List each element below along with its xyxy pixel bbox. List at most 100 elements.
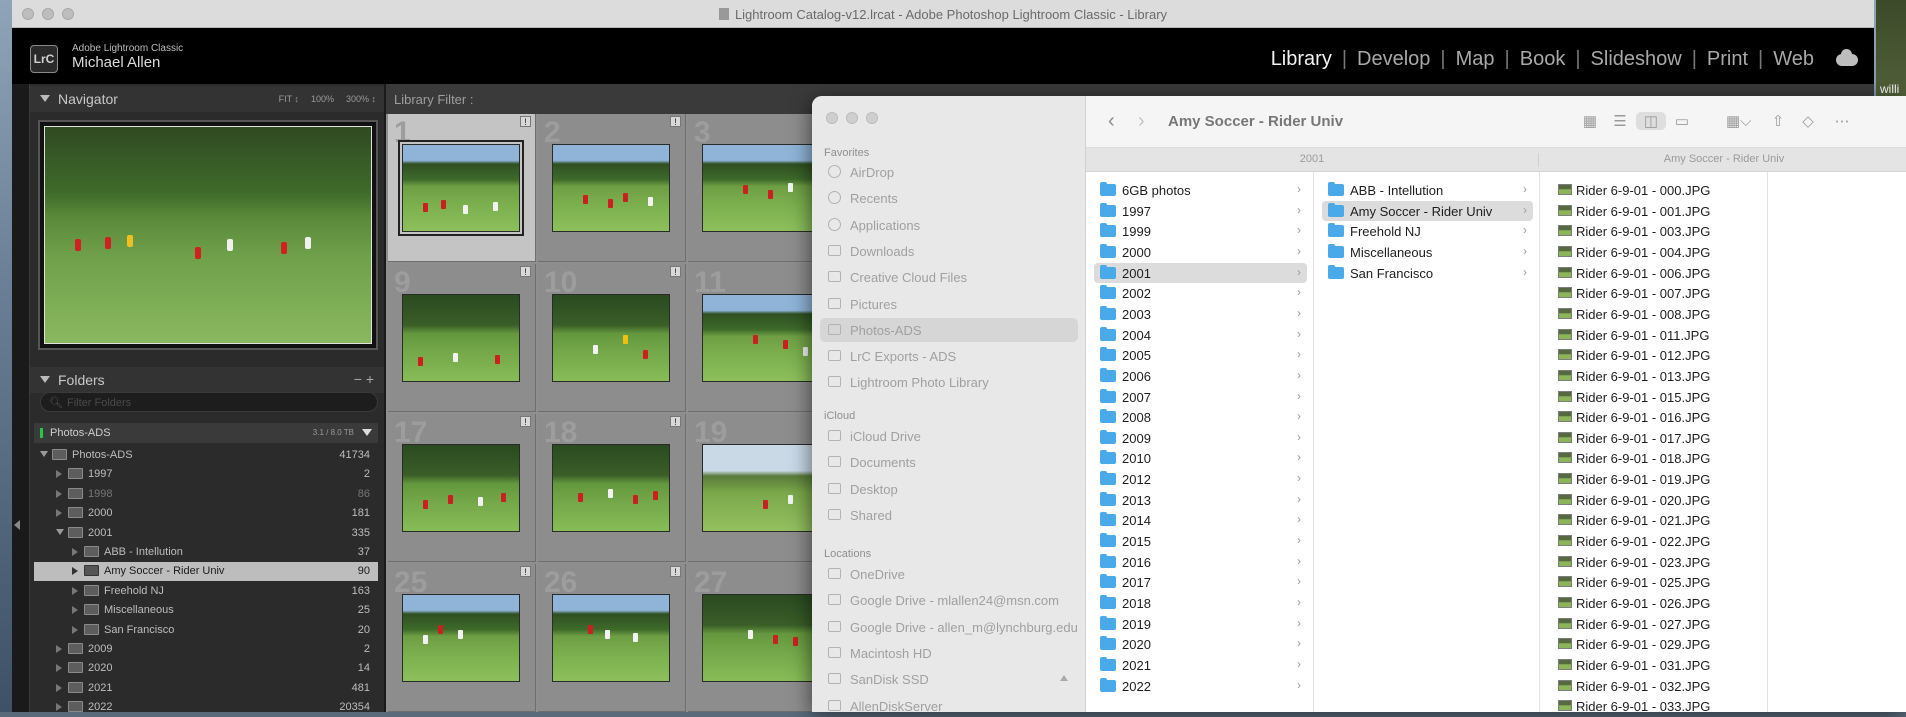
sidebar-item[interactable]: Creative Cloud Files bbox=[820, 265, 1078, 289]
file-item[interactable]: Rider 6-9-01 - 016.JPG bbox=[1548, 407, 1761, 427]
tag-icon[interactable]: ◇ bbox=[1798, 112, 1818, 130]
folder-add-remove[interactable]: − + bbox=[354, 371, 374, 387]
module-print[interactable]: Print bbox=[1697, 48, 1758, 71]
sidebar-item[interactable]: Recents bbox=[820, 186, 1078, 210]
folder-row[interactable]: ABB - Intellution37 bbox=[34, 543, 378, 562]
folder-row[interactable]: 202220354 bbox=[34, 698, 378, 717]
volume-header[interactable]: Photos-ADS 3.1 / 8.0 TB bbox=[34, 423, 378, 443]
folder-item[interactable]: 2006› bbox=[1094, 366, 1307, 386]
file-item[interactable]: Rider 6-9-01 - 023.JPG bbox=[1548, 552, 1761, 572]
module-library[interactable]: Library bbox=[1261, 48, 1342, 71]
disclosure-closed-icon[interactable] bbox=[56, 490, 62, 498]
file-item[interactable]: Rider 6-9-01 - 025.JPG bbox=[1548, 572, 1761, 592]
navigator-preview[interactable] bbox=[38, 120, 378, 350]
sidebar-item[interactable]: AirDrop bbox=[820, 160, 1078, 184]
grid-cell[interactable]: 26! bbox=[538, 564, 686, 712]
file-item[interactable]: Rider 6-9-01 - 026.JPG bbox=[1548, 593, 1761, 613]
file-item[interactable]: Rider 6-9-01 - 001.JPG bbox=[1548, 201, 1761, 221]
collapse-triangle-icon[interactable] bbox=[40, 376, 50, 383]
folder-row[interactable]: Photos-ADS41734 bbox=[34, 446, 378, 465]
folder-item[interactable]: 2021› bbox=[1094, 655, 1307, 675]
forward-icon[interactable]: › bbox=[1138, 110, 1145, 133]
metadata-badge-icon[interactable]: ! bbox=[520, 416, 531, 427]
sidebar-item[interactable]: Photos-ADS bbox=[820, 318, 1078, 342]
thumbnail-image[interactable] bbox=[702, 444, 820, 532]
folder-row[interactable]: 2000181 bbox=[34, 504, 378, 523]
thumbnail-image[interactable] bbox=[552, 144, 670, 232]
metadata-badge-icon[interactable]: ! bbox=[520, 566, 531, 577]
sidebar-item[interactable]: Applications bbox=[820, 213, 1078, 237]
file-item[interactable]: Rider 6-9-01 - 013.JPG bbox=[1548, 366, 1761, 386]
module-web[interactable]: Web bbox=[1763, 48, 1824, 71]
folder-item[interactable]: 2014› bbox=[1094, 510, 1307, 530]
thumbnail-image[interactable] bbox=[402, 144, 520, 232]
file-item[interactable]: Rider 6-9-01 - 003.JPG bbox=[1548, 221, 1761, 241]
disclosure-closed-icon[interactable] bbox=[56, 664, 62, 672]
group-icon[interactable]: ▦⌵ bbox=[1726, 112, 1746, 130]
metadata-badge-icon[interactable]: ! bbox=[520, 116, 531, 127]
file-item[interactable]: Rider 6-9-01 - 020.JPG bbox=[1548, 490, 1761, 510]
zoom-100[interactable]: 100% bbox=[311, 94, 334, 104]
volume-menu-icon[interactable] bbox=[362, 429, 372, 436]
folder-item[interactable]: 2012› bbox=[1094, 469, 1307, 489]
file-item[interactable]: Rider 6-9-01 - 029.JPG bbox=[1548, 634, 1761, 654]
disclosure-closed-icon[interactable] bbox=[56, 509, 62, 517]
folder-row[interactable]: 2001335 bbox=[34, 524, 378, 543]
thumbnail-image[interactable] bbox=[402, 594, 520, 682]
folder-item[interactable]: 2022› bbox=[1094, 676, 1307, 696]
file-item[interactable]: Rider 6-9-01 - 019.JPG bbox=[1548, 469, 1761, 489]
sidebar-item[interactable]: Macintosh HD bbox=[820, 641, 1078, 665]
sidebar-item[interactable]: Downloads bbox=[820, 239, 1078, 263]
folder-row[interactable]: 199886 bbox=[34, 485, 378, 504]
folder-item[interactable]: 2013› bbox=[1094, 490, 1307, 510]
disclosure-closed-icon[interactable] bbox=[56, 684, 62, 692]
file-item[interactable]: Rider 6-9-01 - 004.JPG bbox=[1548, 242, 1761, 262]
navigator-header[interactable]: Navigator FIT ↕ 100% 300% ↕ bbox=[30, 86, 384, 112]
folder-item[interactable]: 2003› bbox=[1094, 304, 1307, 324]
disclosure-open-icon[interactable] bbox=[56, 529, 64, 535]
disclosure-closed-icon[interactable] bbox=[72, 548, 78, 556]
module-develop[interactable]: Develop bbox=[1347, 48, 1440, 71]
list-view-icon[interactable]: ☰ bbox=[1610, 112, 1630, 130]
file-item[interactable]: Rider 6-9-01 - 021.JPG bbox=[1548, 510, 1761, 530]
file-item[interactable]: Rider 6-9-01 - 033.JPG bbox=[1548, 696, 1761, 712]
folder-item[interactable]: San Francisco› bbox=[1322, 263, 1533, 283]
zoom-300[interactable]: 300% ↕ bbox=[346, 94, 376, 104]
thumbnail-image[interactable] bbox=[402, 294, 520, 382]
metadata-badge-icon[interactable]: ! bbox=[670, 266, 681, 277]
disclosure-closed-icon[interactable] bbox=[56, 645, 62, 653]
disclosure-closed-icon[interactable] bbox=[72, 606, 78, 614]
folder-item[interactable]: 2019› bbox=[1094, 614, 1307, 634]
back-icon[interactable]: ‹ bbox=[1108, 110, 1115, 133]
file-item[interactable]: Rider 6-9-01 - 007.JPG bbox=[1548, 283, 1761, 303]
file-item[interactable]: Rider 6-9-01 - 017.JPG bbox=[1548, 428, 1761, 448]
sidebar-item[interactable]: AllenDiskServer bbox=[820, 694, 1078, 713]
metadata-badge-icon[interactable]: ! bbox=[670, 416, 681, 427]
folder-item[interactable]: 2015› bbox=[1094, 531, 1307, 551]
folder-item[interactable]: 2018› bbox=[1094, 593, 1307, 613]
module-book[interactable]: Book bbox=[1510, 48, 1576, 71]
module-map[interactable]: Map bbox=[1446, 48, 1505, 71]
folder-item[interactable]: 2001› bbox=[1094, 263, 1307, 283]
folder-item[interactable]: 6GB photos› bbox=[1094, 180, 1307, 200]
grid-cell[interactable]: 17! bbox=[388, 414, 536, 562]
folder-row[interactable]: San Francisco20 bbox=[34, 621, 378, 640]
grid-cell[interactable]: 25! bbox=[388, 564, 536, 712]
folder-item[interactable]: 1999› bbox=[1094, 221, 1307, 241]
thumbnail-image[interactable] bbox=[702, 594, 820, 682]
finder-minimize-button[interactable] bbox=[846, 112, 858, 124]
disclosure-closed-icon[interactable] bbox=[72, 626, 78, 634]
share-icon[interactable]: ⇧ bbox=[1768, 112, 1788, 130]
grid-cell[interactable]: 2! bbox=[538, 114, 686, 262]
folder-item[interactable]: Freehold NJ› bbox=[1322, 221, 1533, 241]
sidebar-item[interactable]: SanDisk SSD bbox=[820, 667, 1078, 691]
finder-close-button[interactable] bbox=[826, 112, 838, 124]
cloud-icon[interactable] bbox=[1836, 54, 1858, 66]
thumbnail-image[interactable] bbox=[702, 144, 820, 232]
file-item[interactable]: Rider 6-9-01 - 032.JPG bbox=[1548, 676, 1761, 696]
folder-row[interactable]: Amy Soccer - Rider Univ90 bbox=[34, 562, 378, 581]
file-item[interactable]: Rider 6-9-01 - 006.JPG bbox=[1548, 263, 1761, 283]
sidebar-item[interactable]: Google Drive - allen_m@lynchburg.edu bbox=[820, 615, 1078, 639]
folder-item[interactable]: 2009› bbox=[1094, 428, 1307, 448]
grid-cell[interactable]: 9! bbox=[388, 264, 536, 412]
